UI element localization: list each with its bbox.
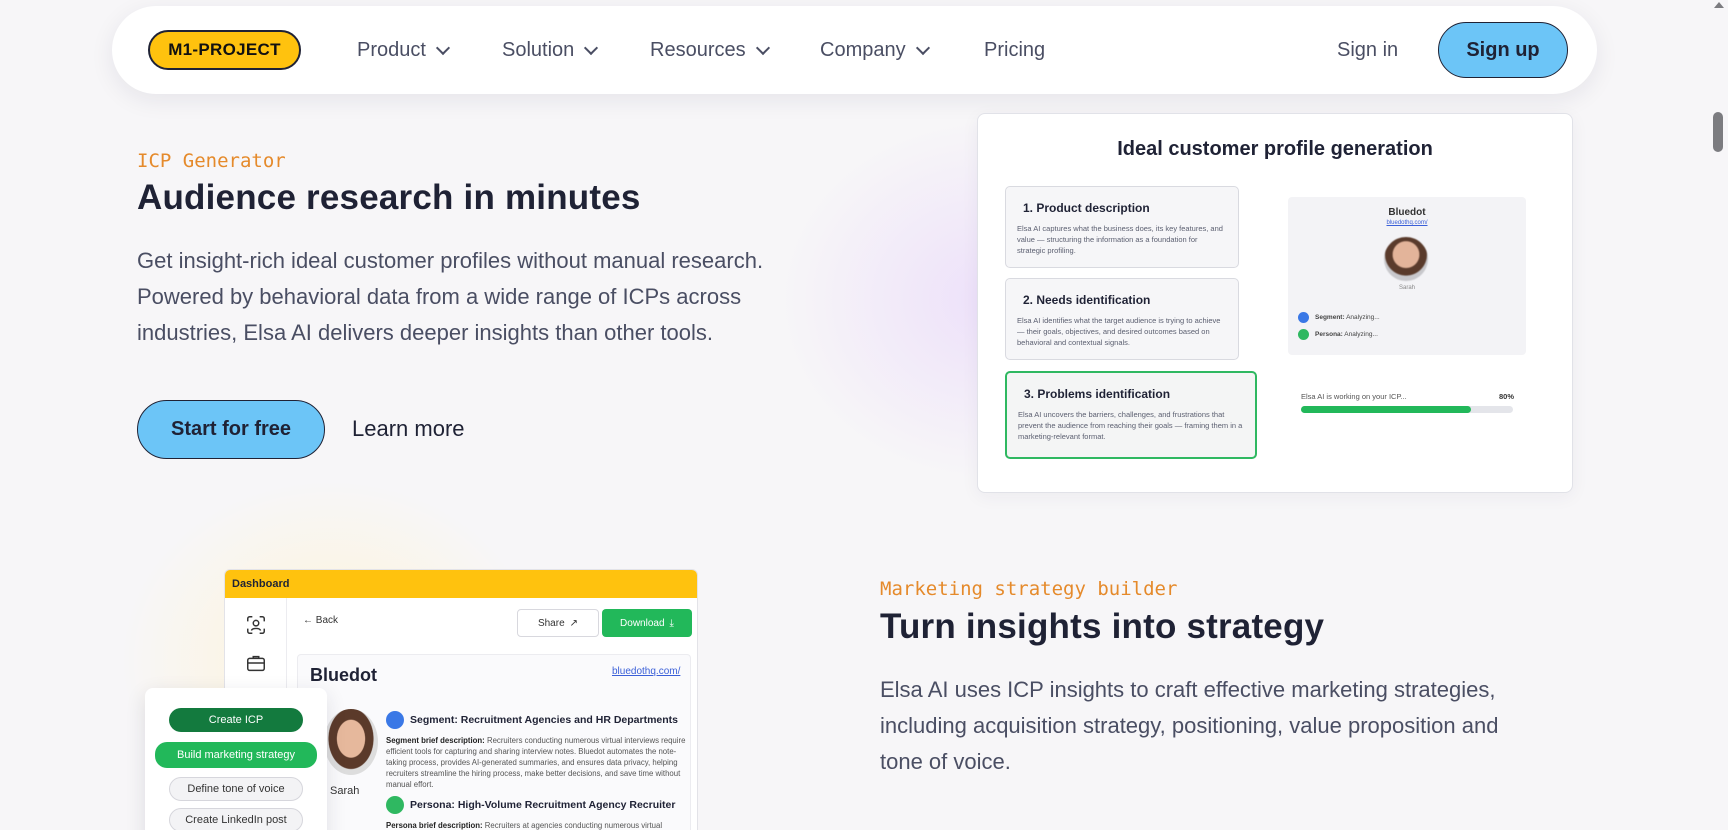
nav-item-product[interactable]: Product (357, 6, 451, 94)
progress-bar (1301, 406, 1513, 413)
row-status: Analyzing... (1344, 331, 1378, 338)
persona-title: Persona: High-Volume Recruitment Agency … (410, 799, 676, 811)
row-label: Persona: (1315, 331, 1343, 338)
face-scan-icon[interactable] (245, 614, 267, 636)
create-linkedin-post-button[interactable]: Create LinkedIn post (169, 808, 303, 830)
scrollbar-thumb[interactable] (1713, 112, 1723, 152)
paragraph-line: industries, Elsa AI delivers deeper insi… (137, 320, 713, 345)
paragraph-line: Get insight-rich ideal customer profiles… (137, 248, 764, 273)
download-label: Download (620, 617, 665, 629)
segment-title: Segment: Recruitment Agencies and HR Dep… (410, 714, 679, 726)
row-label: Segment: (1315, 314, 1345, 321)
share-icon: ↗ (569, 617, 579, 629)
progress-percent: 80% (1499, 392, 1515, 401)
desc-text: Recruiters at agencies conducting numero… (484, 821, 663, 830)
step-title: 1. Product description (1023, 201, 1150, 215)
step-problems-identification[interactable]: 3. Problems identification Elsa AI uncov… (1005, 371, 1257, 459)
persona-heading: Persona: High-Volume Recruitment Agency … (386, 796, 675, 814)
sign-in-link[interactable]: Sign in (1337, 6, 1398, 94)
chevron-down-icon (435, 40, 451, 55)
profile-panel: Bluedot bluedothq.com/ Sarah Segment: Re… (297, 654, 691, 830)
profile-row-persona: Persona: Analyzing... (1298, 329, 1378, 340)
profile-company: Bluedot (1388, 207, 1426, 218)
progress-fill (1301, 406, 1471, 413)
share-label: Share (537, 617, 565, 629)
learn-more-link[interactable]: Learn more (352, 416, 465, 442)
section-heading: Audience research in minutes (137, 178, 641, 217)
card-title: Ideal customer profile generation (1117, 138, 1433, 160)
segment-icon (1298, 312, 1309, 323)
desc-label: Segment brief description: (386, 736, 485, 745)
company-url[interactable]: bluedothq.com/ (612, 666, 680, 677)
share-button[interactable]: Share ↗ (517, 609, 599, 637)
persona-description: Persona brief description: Recruiters at… (386, 820, 686, 830)
nav-item-solution[interactable]: Solution (502, 6, 599, 94)
chevron-down-icon (755, 40, 770, 55)
section-eyebrow: Marketing strategy builder (880, 578, 1178, 600)
create-icp-button[interactable]: Create ICP (169, 708, 303, 732)
company-name: Bluedot (310, 665, 377, 685)
nav-item-label: Resources (650, 38, 746, 61)
nav-item-pricing[interactable]: Pricing (984, 6, 1045, 94)
icp-generation-card: Ideal customer profile generation 1. Pro… (977, 113, 1573, 493)
section-eyebrow: ICP Generator (137, 150, 286, 172)
back-button[interactable]: ← Back (303, 615, 338, 626)
navbar: M1-PROJECT Product Solution Resources Co… (112, 6, 1597, 94)
paragraph-line: Elsa AI uses ICP insights to craft effec… (880, 677, 1496, 702)
person-name: Sarah (330, 785, 360, 797)
profile-preview: Bluedot bluedothq.com/ Sarah Segment: An… (1288, 197, 1526, 355)
profile-url: bluedothq.com/ (1386, 220, 1428, 226)
back-label: Back (315, 615, 339, 626)
download-button[interactable]: Download ⤓ (602, 609, 692, 637)
progress-label: Elsa AI is working on your ICP... (1301, 392, 1407, 401)
paragraph-line: including acquisition strategy, position… (880, 713, 1499, 738)
step-product-description[interactable]: 1. Product description Elsa AI captures … (1005, 186, 1239, 268)
step-desc: Elsa AI identifies what the target audie… (1017, 316, 1221, 347)
row-status: Analyzing... (1346, 314, 1380, 321)
desc-label: Persona brief description: (386, 821, 483, 830)
download-icon: ⤓ (669, 617, 674, 629)
build-marketing-strategy-button[interactable]: Build marketing strategy (155, 742, 317, 768)
step-desc: Elsa AI uncovers the barriers, challenge… (1018, 410, 1243, 441)
persona-icon (386, 796, 404, 814)
nav-item-label: Solution (502, 38, 575, 61)
section-heading: Turn insights into strategy (880, 607, 1325, 646)
step-needs-identification[interactable]: 2. Needs identification Elsa AI identifi… (1005, 278, 1239, 360)
dashboard-title: Dashboard (225, 570, 697, 598)
scroll-up-icon[interactable] (1714, 2, 1724, 8)
profile-person: Sarah (1398, 285, 1415, 291)
action-menu: Create ICP Build marketing strategy Defi… (145, 688, 327, 830)
nav-item-company[interactable]: Company (820, 6, 930, 94)
section-paragraph: Get insight-rich ideal customer profiles… (137, 243, 857, 351)
avatar (1384, 237, 1428, 281)
logo[interactable]: M1-PROJECT (148, 30, 301, 70)
step-title: 3. Problems identification (1024, 387, 1171, 401)
avatar (324, 709, 378, 775)
briefcase-icon[interactable] (245, 652, 267, 674)
paragraph-line: tone of voice. (880, 749, 1011, 774)
sign-up-button[interactable]: Sign up (1438, 22, 1568, 78)
section-paragraph: Elsa AI uses ICP insights to craft effec… (880, 672, 1660, 780)
chevron-down-icon (915, 40, 930, 55)
segment-heading: Segment: Recruitment Agencies and HR Dep… (386, 711, 678, 729)
start-for-free-button[interactable]: Start for free (137, 400, 325, 459)
segment-icon (386, 711, 404, 729)
define-tone-of-voice-button[interactable]: Define tone of voice (169, 777, 303, 801)
step-title: 2. Needs identification (1023, 293, 1151, 307)
step-desc: Elsa AI captures what the business does,… (1017, 224, 1223, 255)
paragraph-line: Powered by behavioral data from a wide r… (137, 284, 742, 309)
segment-description: Segment brief description: Recruiters co… (386, 735, 686, 790)
nav-item-label: Pricing (984, 38, 1046, 61)
chevron-down-icon (584, 40, 599, 55)
nav-item-label: Company (820, 38, 906, 61)
nav-item-resources[interactable]: Resources (650, 6, 770, 94)
persona-icon (1298, 329, 1309, 340)
profile-row-segment: Segment: Analyzing... (1298, 312, 1380, 323)
nav-item-label: Product (357, 38, 426, 61)
